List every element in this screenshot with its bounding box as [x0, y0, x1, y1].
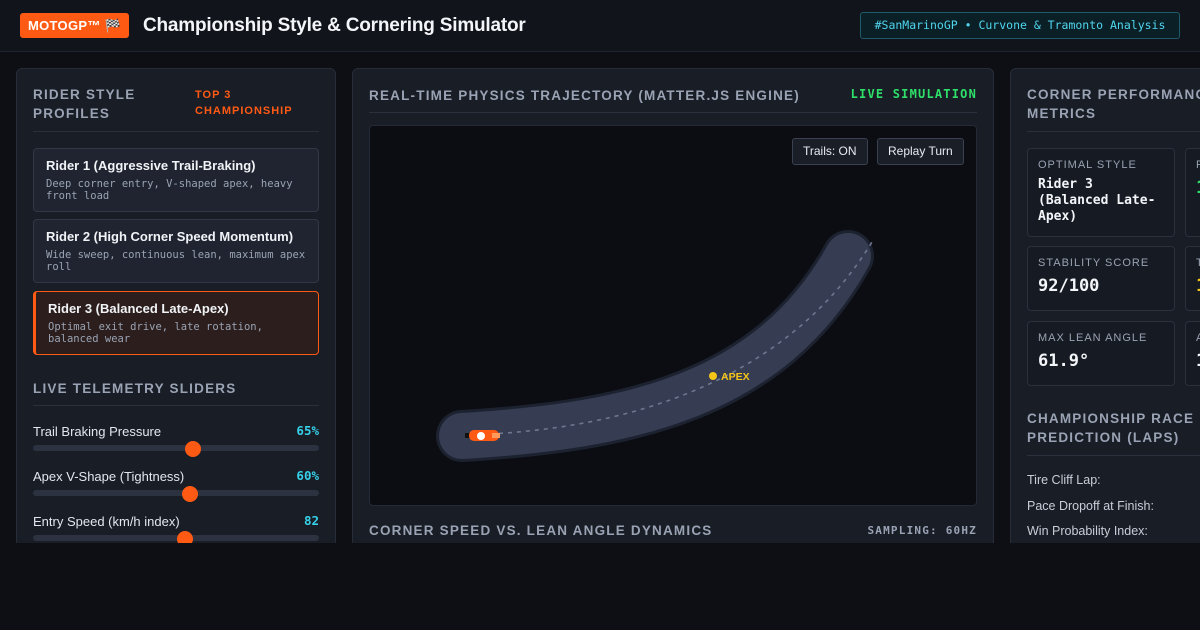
metric-value: 1 [1196, 276, 1200, 296]
slider-label: Entry Speed (km/h index) [33, 514, 180, 529]
rider-style-title: Rider Style Profiles [33, 87, 136, 121]
win-probability-label: Win Probability Index: [1027, 524, 1148, 538]
apex-marker [709, 372, 717, 380]
slider-value: 65% [296, 423, 319, 438]
trajectory-panel: Real-Time Physics Trajectory (Matter.js … [352, 68, 994, 548]
divider [1027, 455, 1200, 456]
metric-max-lean: Max Lean Angle 61.9° [1027, 321, 1175, 386]
metric-label: Max Lean Angle [1038, 332, 1148, 344]
profile-rider-1[interactable]: Rider 1 (Aggressive Trail-Braking) Deep … [33, 148, 319, 212]
metric-label: F [1196, 158, 1200, 172]
metric-label: A [1196, 331, 1200, 345]
profile-name: Rider 2 (High Corner Speed Momentum) [46, 229, 294, 244]
metric-label: Optimal Style [1038, 159, 1137, 171]
profile-name: Rider 1 (Aggressive Trail-Braking) [46, 158, 256, 173]
page-background [0, 543, 1200, 630]
championship-badge: Top 3 Championship [195, 89, 293, 117]
divider [33, 405, 319, 406]
live-simulation-label: LIVE SIMULATION [850, 87, 977, 101]
track-svg: APEX [436, 230, 874, 462]
metric-label: T [1196, 256, 1200, 270]
slider-apex-shape: Apex V-Shape (Tightness) 60% [33, 468, 319, 502]
race-prediction-title: Championship Race Prediction (Laps) [1027, 411, 1195, 445]
pace-dropoff-label: Pace Dropoff at Finish: [1027, 499, 1154, 513]
slider-track[interactable] [33, 445, 319, 451]
profile-desc: Optimal exit drive, late rotation, balan… [48, 321, 263, 345]
slider-thumb[interactable] [182, 486, 199, 502]
metric-value: 1 [1196, 178, 1200, 198]
tire-cliff-label: Tire Cliff Lap: [1027, 473, 1101, 487]
page-title: Championship Style & Cornering Simulator [143, 15, 526, 36]
slider-value: 60% [296, 468, 319, 483]
slider-thumb[interactable] [185, 441, 202, 457]
metric-label: Stability Score [1038, 257, 1150, 269]
slider-value: 82 [303, 513, 319, 528]
slider-track[interactable] [33, 490, 319, 496]
slider-label: Apex V-Shape (Tightness) [33, 469, 185, 484]
profile-desc: Wide sweep, continuous lean, maximum ape… [46, 249, 306, 273]
telemetry-sliders-title: Live Telemetry Sliders [33, 381, 237, 396]
metrics-title: Corner Performance Metrics [1027, 87, 1200, 121]
divider [1027, 131, 1200, 132]
metric-stability: Stability Score 92/100 [1027, 246, 1175, 311]
brand-logo: MOTOGP™ 🏁 [20, 13, 130, 38]
metric-optimal-style: Optimal Style Rider 3 (Balanced Late-Ape… [1027, 148, 1175, 237]
metric-value: 92/100 [1038, 276, 1100, 296]
slider-label: Trail Braking Pressure [33, 424, 162, 439]
sampling-rate: SAMPLING: 60HZ [867, 524, 977, 537]
apex-label: APEX [721, 371, 750, 383]
metric-card: A 1 [1185, 321, 1200, 386]
track-surface [439, 233, 871, 459]
metric-card: T 1 [1185, 246, 1200, 311]
divider [369, 112, 977, 113]
slider-trail-braking: Trail Braking Pressure 65% [33, 423, 319, 457]
trajectory-title: Real-Time Physics Trajectory (Matter.js … [369, 88, 800, 103]
metric-value: Rider 3 (Balanced Late-Apex) [1038, 177, 1156, 224]
profile-name: Rider 3 (Balanced Late-Apex) [48, 301, 229, 316]
metric-value: 1 [1196, 351, 1200, 371]
metric-value: 61.9° [1038, 351, 1090, 371]
simulation-canvas[interactable]: APEX Trails: ON Replay Turn [369, 125, 977, 506]
profile-rider-2[interactable]: Rider 2 (High Corner Speed Momentum) Wid… [33, 219, 319, 283]
metrics-panel: Corner Performance Metrics Optimal Style… [1010, 68, 1200, 548]
metric-card: F 1 [1185, 148, 1200, 237]
rider-style-panel: Rider Style Profiles Top 3 Championship … [16, 68, 336, 548]
trails-toggle-button[interactable]: Trails: ON [792, 138, 868, 165]
profile-rider-3[interactable]: Rider 3 (Balanced Late-Apex) Optimal exi… [33, 291, 319, 355]
profile-desc: Deep corner entry, V-shaped apex, heavy … [46, 178, 293, 202]
slider-entry-speed: Entry Speed (km/h index) 82 [33, 513, 319, 547]
speed-lean-chart-title: Corner Speed vs. Lean Angle Dynamics [369, 523, 713, 538]
replay-turn-button[interactable]: Replay Turn [877, 138, 964, 165]
event-tag: #SanMarinoGP • Curvone & Tramonto Analys… [860, 12, 1180, 39]
divider [33, 131, 319, 132]
app-header: MOTOGP™ 🏁 Championship Style & Cornering… [0, 0, 1200, 52]
